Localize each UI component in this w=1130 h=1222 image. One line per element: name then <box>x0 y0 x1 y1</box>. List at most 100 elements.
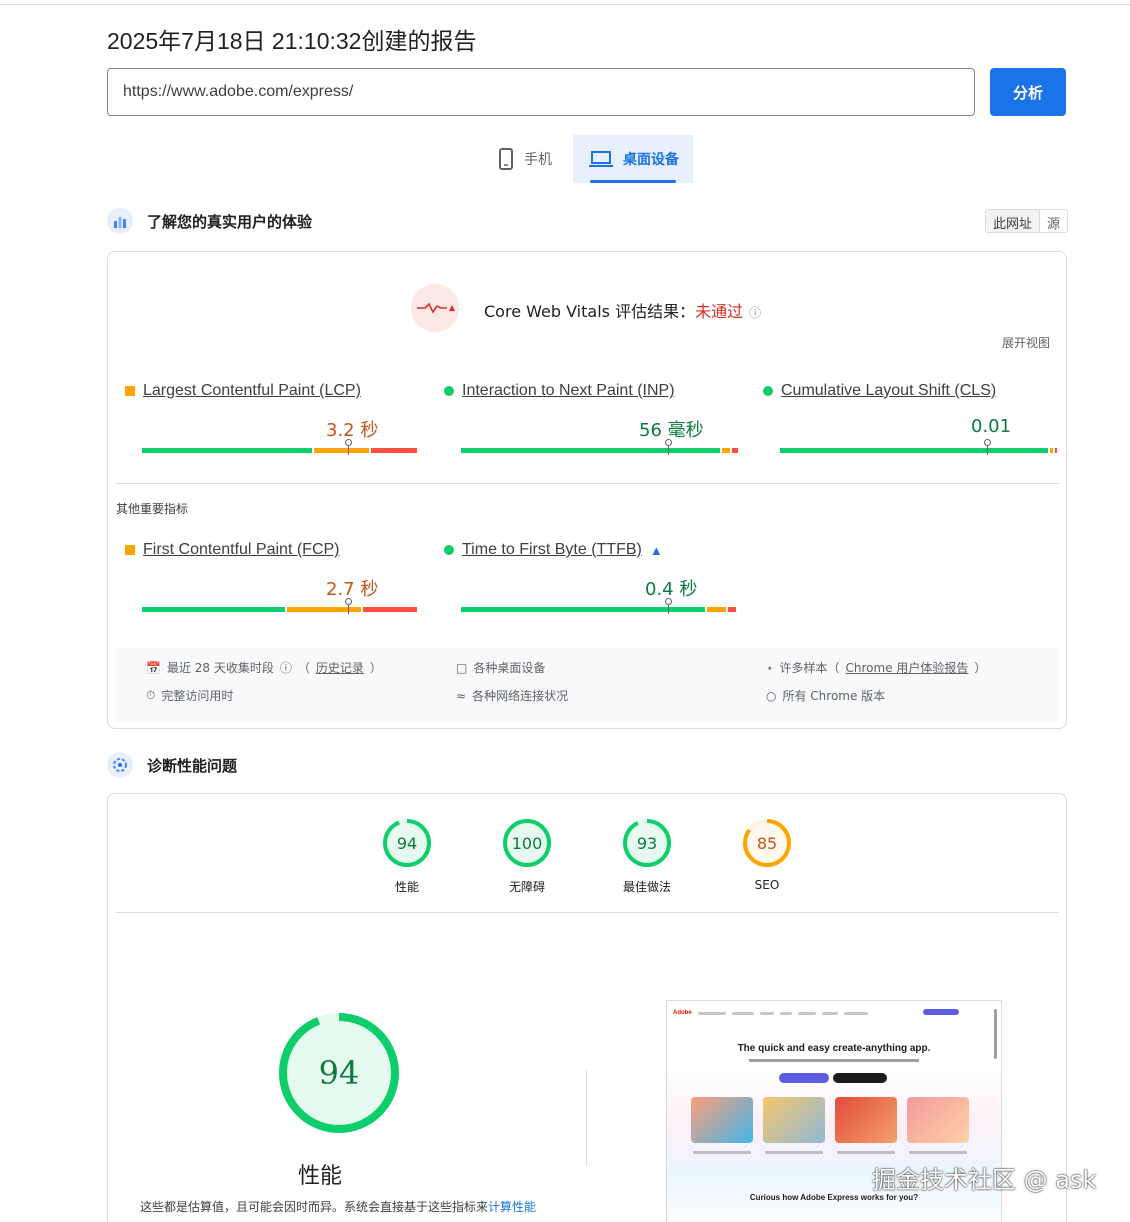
period-text: 最近 28 天收集时段 <box>166 661 274 675</box>
shot-button-secondary <box>833 1073 887 1083</box>
help-icon[interactable]: ⓘ <box>280 659 292 676</box>
performance-big-gauge-ring: 94 <box>279 1013 399 1133</box>
score-best-practices-value: 93 <box>637 834 657 853</box>
score-performance-value: 94 <box>397 834 417 853</box>
toggle-this-url[interactable]: 此网址 <box>986 210 1040 232</box>
footer-full-visit: ⏱ 完整访问用时 <box>146 687 233 704</box>
tab-desktop-label: 桌面设备 <box>623 152 679 168</box>
score-accessibility-value: 100 <box>512 834 543 853</box>
shot-subtext <box>749 1059 919 1062</box>
timer-icon: ⏱ <box>146 688 156 702</box>
metric-cls-link[interactable]: Cumulative Layout Shift (CLS) <box>781 382 996 400</box>
metric-fcp-link[interactable]: First Contentful Paint (FCP) <box>143 541 340 559</box>
crux-section-header: 了解您的真实用户的体验 <box>107 207 312 235</box>
wifi-icon: ≈ <box>456 688 467 703</box>
tab-mobile[interactable]: 手机 <box>488 135 568 183</box>
cwv-label: Core Web Vitals 评估结果： <box>484 302 696 321</box>
metric-cls-distribution <box>780 448 1057 453</box>
crux-footer: 📅 最近 28 天收集时段 ⓘ （ 历史记录 ） □ 各种桌面设备 ⋆ 许多样本（ C… <box>116 648 1059 722</box>
shot-logo: Adobe <box>673 1010 692 1016</box>
samples-suffix: ） <box>974 661 987 675</box>
metric-cls: Cumulative Layout Shift (CLS) 0.01 <box>763 382 1063 462</box>
tab-mobile-label: 手机 <box>524 152 552 168</box>
score-seo-label: SEO <box>754 878 780 892</box>
metric-lcp-marker-line <box>348 445 349 455</box>
estimate-note: 这些都是估算值，且可能会因时而异。系统会直接基于这些指标来计算性能 <box>140 1198 536 1215</box>
metric-inp-link[interactable]: Interaction to Next Paint (INP) <box>462 382 675 400</box>
score-seo-value: 85 <box>757 834 777 853</box>
performance-big-gauge: 94 <box>278 1012 400 1139</box>
shot-headline: The quick and easy create-anything app. <box>737 1043 931 1054</box>
analyze-button[interactable]: 分析 <box>990 68 1066 116</box>
metric-lcp-link[interactable]: Largest Contentful Paint (LCP) <box>143 382 361 400</box>
toggle-origin[interactable]: 源 <box>1039 210 1067 232</box>
metric-inp-value: 56 毫秒 <box>639 420 704 441</box>
help-icon[interactable]: ⓘ <box>749 306 761 320</box>
score-seo-gauge: 85 <box>743 819 791 867</box>
score-accessibility-label: 无障碍 <box>508 880 545 894</box>
score-best-practices[interactable]: 93 最佳做法 <box>617 818 677 895</box>
metric-ttfb-link[interactable]: Time to First Byte (TTFB) <box>462 541 642 559</box>
metric-inp-name-row: Interaction to Next Paint (INP) <box>444 382 675 400</box>
score-best-practices-gauge: 93 <box>623 819 671 867</box>
url-input[interactable] <box>107 68 975 116</box>
active-tab-indicator <box>590 180 676 183</box>
metrics-divider <box>116 483 1059 484</box>
metric-lcp: Largest Contentful Paint (LCP) 3.2 秒 <box>125 382 425 462</box>
score-accessibility-gauge: 100 <box>503 819 551 867</box>
crux-report-link[interactable]: Chrome 用户体验报告 <box>846 659 969 676</box>
shot-tiles <box>691 1097 969 1143</box>
diagnose-card: 94 性能 100 无障碍 93 最佳做法 85 SEO 94 性能 这些都是估… <box>107 793 1067 1222</box>
metric-lcp-name-row: Largest Contentful Paint (LCP) <box>125 382 361 400</box>
metric-fcp-distribution <box>142 607 419 612</box>
watermark: 掘金技术社区 @ ask <box>872 1166 1097 1194</box>
shot-button-primary <box>779 1073 829 1083</box>
metric-cls-marker-line <box>987 445 988 455</box>
tab-desktop[interactable]: 桌面设备 <box>573 135 693 183</box>
score-performance[interactable]: 94 性能 <box>377 818 437 895</box>
network-text: 各种网络连接状况 <box>472 689 569 703</box>
history-link[interactable]: 历史记录 <box>316 659 364 676</box>
score-performance-gauge: 94 <box>383 819 431 867</box>
footer-chrome: ○ 所有 Chrome 版本 <box>766 687 885 704</box>
performance-big-score: 94 <box>319 1054 360 1092</box>
full-visit-text: 完整访问用时 <box>161 689 234 703</box>
metric-ttfb: Time to First Byte (TTFB) ▲ 0.4 秒 <box>444 541 744 621</box>
metric-ttfb-value: 0.4 秒 <box>645 579 698 600</box>
chrome-icon: ○ <box>766 688 777 703</box>
footer-devices: □ 各种桌面设备 <box>456 659 545 676</box>
shot-captions <box>693 1151 967 1154</box>
footer-network: ≈ 各种网络连接状况 <box>456 687 568 704</box>
score-accessibility[interactable]: 100 无障碍 <box>497 818 557 895</box>
calc-performance-link[interactable]: 计算性能 <box>488 1200 536 1214</box>
report-title: 2025年7月18日 21:10:32创建的报告 <box>107 28 477 54</box>
crux-card: Core Web Vitals 评估结果：未通过 ⓘ 展开视图 Largest C… <box>107 251 1067 729</box>
chrome-text: 所有 Chrome 版本 <box>782 689 886 703</box>
crux-heading: 了解您的真实用户的体验 <box>147 212 313 231</box>
scores-divider <box>116 912 1059 913</box>
other-metrics-label: 其他重要指标 <box>116 502 189 516</box>
diagnose-heading: 诊断性能问题 <box>147 756 238 775</box>
footer-period: 📅 最近 28 天收集时段 ⓘ （ 历史记录 ） <box>146 659 382 676</box>
cwv-assessment: Core Web Vitals 评估结果：未通过 ⓘ <box>484 298 761 322</box>
footer-samples: ⋆ 许多样本（ Chrome 用户体验报告 ） <box>766 659 986 676</box>
url-origin-toggle: 此网址 源 <box>985 209 1069 233</box>
metric-cls-name-row: Cumulative Layout Shift (CLS) <box>763 382 996 400</box>
expand-view-link[interactable]: 展开视图 <box>1002 334 1050 351</box>
metric-fcp: First Contentful Paint (FCP) 2.7 秒 <box>125 541 425 621</box>
metric-ttfb-distribution <box>461 607 738 612</box>
history-close-paren: ） <box>369 661 382 675</box>
history-open-paren: （ <box>297 661 310 675</box>
smartphone-icon <box>499 148 513 170</box>
score-seo[interactable]: 85 SEO <box>737 818 797 892</box>
metric-inp: Interaction to Next Paint (INP) 56 毫秒 <box>444 382 744 462</box>
vertical-divider <box>586 1070 587 1166</box>
diagnose-section-header: 诊断性能问题 <box>107 751 237 779</box>
score-best-practices-label: 最佳做法 <box>622 880 671 894</box>
cwv-status: 未通过 <box>695 302 744 321</box>
metric-ttfb-marker-line <box>668 604 669 614</box>
laptop-icon <box>589 151 613 167</box>
metric-inp-distribution <box>461 448 738 453</box>
metric-fcp-name-row: First Contentful Paint (FCP) <box>125 541 340 559</box>
metric-lcp-value: 3.2 秒 <box>326 420 379 441</box>
